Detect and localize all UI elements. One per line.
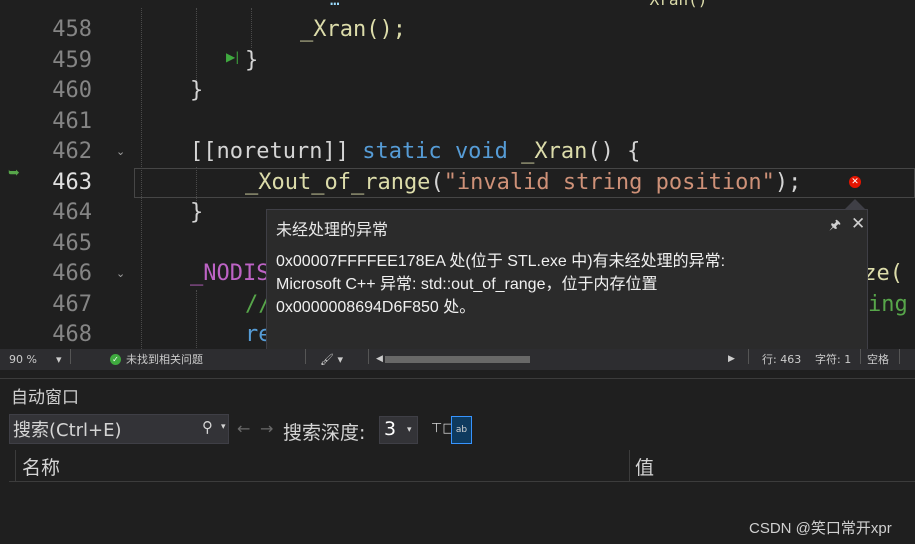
line-number: 461 xyxy=(52,109,92,134)
divider xyxy=(899,349,900,364)
code-text: [[noreturn]] static void _Xran() { xyxy=(190,137,640,167)
line-indicator[interactable]: 行: 463 xyxy=(762,349,801,370)
exception-message: 0x00007FFFFEE178EA 处(位于 STL.exe 中)有未经处理的… xyxy=(276,250,725,319)
search-depth-value: 3 xyxy=(384,418,397,440)
string-token: "invalid string position" xyxy=(443,170,775,195)
arrow-right-icon[interactable]: → xyxy=(260,419,273,438)
popup-pointer xyxy=(845,199,865,209)
exception-message-line: 0x00007FFFFEE178EA 处(位于 STL.exe 中)有未经处理的… xyxy=(276,253,726,270)
code-cleanup-icon[interactable]: 🖌 ▾ xyxy=(320,349,343,370)
function-token: _Xout_of_range xyxy=(245,170,431,195)
autos-grid-header: 名称 值 xyxy=(9,450,915,482)
divider xyxy=(748,349,749,364)
whitespace-indicator[interactable]: 空格 xyxy=(867,349,889,370)
keyword-token: void xyxy=(454,139,508,164)
line-number: 458 xyxy=(52,17,92,42)
exception-message-line: Microsoft C++ 异常: std::out_of_range，位于内存… xyxy=(276,276,658,293)
error-icon[interactable]: ✕ xyxy=(849,176,861,188)
code-text: } xyxy=(245,48,259,73)
exception-popup[interactable]: 未经处理的异常 🖈 ✕ 0x00007FFFFEE178EA 处(位于 STL.… xyxy=(266,209,868,351)
code-text: _NODIS xyxy=(190,261,270,286)
punctuation-token: () { xyxy=(587,139,641,164)
search-depth-label: 搜索深度: xyxy=(283,422,366,444)
code-text: } xyxy=(190,78,204,103)
code-text-tail: ing xyxy=(868,292,908,317)
popup-title: 未经处理的异常 xyxy=(276,220,389,239)
search-input[interactable] xyxy=(13,415,193,443)
code-line[interactable]: 458 _Xran(); xyxy=(0,15,915,46)
pane-splitter[interactable] xyxy=(0,370,915,378)
line-number: 468 xyxy=(52,322,92,347)
line-number: 462 xyxy=(52,139,92,164)
punctuation-token: ( xyxy=(430,170,444,195)
check-circle-icon: ✓ xyxy=(110,354,121,365)
divider xyxy=(305,349,306,364)
code-line[interactable]: 461 xyxy=(0,107,915,138)
column-divider[interactable] xyxy=(629,450,630,481)
autos-window: 自动窗口 ⚲ ▾ ← → 搜索深度: 3 ▾ ⊤□ ab 名称 值 CSDN @… xyxy=(0,378,915,544)
line-number: 464 xyxy=(52,200,92,225)
code-text: _Xout_of_range("invalid string position"… xyxy=(245,168,801,198)
line-number: 467 xyxy=(52,292,92,317)
line-number: 465 xyxy=(52,231,92,256)
code-text: } xyxy=(190,200,204,225)
code-text: _Xran(); xyxy=(300,17,406,42)
scrolled-line-fragment: … xyxy=(330,0,340,8)
punctuation-token: ); xyxy=(774,170,802,195)
horizontal-scrollbar[interactable] xyxy=(375,354,730,365)
close-icon[interactable]: ✕ xyxy=(851,214,865,234)
chevron-down-icon[interactable]: ▾ xyxy=(221,422,226,432)
zoom-level[interactable]: 90 % xyxy=(9,349,37,370)
line-number: 459 xyxy=(52,48,92,73)
line-number: 460 xyxy=(52,78,92,103)
chevron-down-icon[interactable]: ▾ xyxy=(407,425,412,435)
collapse-icon[interactable]: ⌄ xyxy=(116,137,125,167)
keyword-token: static xyxy=(362,139,442,164)
scrolled-off-line: … _Xran() xyxy=(0,0,915,8)
search-icon[interactable]: ⚲ xyxy=(202,418,213,436)
editor-status-bar: 90 % ▾ ✓ 未找到相关问题 🖌 ▾ ◀ ▶ 行: 463 字符: 1 空格 xyxy=(0,349,915,370)
pin-icon[interactable]: 🖈 xyxy=(829,216,841,238)
chevron-down-icon[interactable]: ▾ xyxy=(56,349,62,370)
arrow-left-icon[interactable]: ← xyxy=(237,419,250,438)
column-header-name[interactable]: 名称 xyxy=(22,453,60,480)
autos-window-title[interactable]: 自动窗口 xyxy=(11,383,79,408)
watermark: CSDN @笑口常开xpr xyxy=(749,520,892,537)
attribute-token: [[noreturn]] xyxy=(190,139,349,164)
char-indicator[interactable]: 字符: 1 xyxy=(815,349,851,370)
scrolled-line-fragment: _Xran() xyxy=(640,0,707,8)
line-number: 466 xyxy=(52,261,92,286)
search-depth-select[interactable]: 3 ▾ xyxy=(379,416,418,444)
divider xyxy=(860,349,861,364)
exception-message-line: 0x0000008694D6F850 处。 xyxy=(276,299,476,316)
code-line[interactable]: 460 } xyxy=(0,76,915,107)
collapse-icon[interactable]: ⌄ xyxy=(116,259,125,289)
column-header-value[interactable]: 值 xyxy=(635,453,654,480)
view-as-string-icon[interactable]: ab xyxy=(451,416,472,444)
scroll-right-icon[interactable]: ▶ xyxy=(728,349,735,370)
column-divider xyxy=(15,450,16,481)
divider xyxy=(70,349,71,364)
scrollbar-thumb[interactable] xyxy=(385,356,530,363)
code-line-current[interactable]: 463 _Xout_of_range("invalid string posit… xyxy=(0,168,915,199)
search-box[interactable]: ⚲ ▾ xyxy=(9,414,229,444)
function-token: _Xran xyxy=(521,139,588,164)
divider xyxy=(368,349,369,364)
code-line[interactable]: 459 } xyxy=(0,46,915,77)
code-line[interactable]: 462 ⌄ [[noreturn]] static void _Xran() { xyxy=(0,137,915,168)
issues-status[interactable]: 未找到相关问题 xyxy=(126,349,203,370)
line-number: 463 xyxy=(52,170,92,195)
